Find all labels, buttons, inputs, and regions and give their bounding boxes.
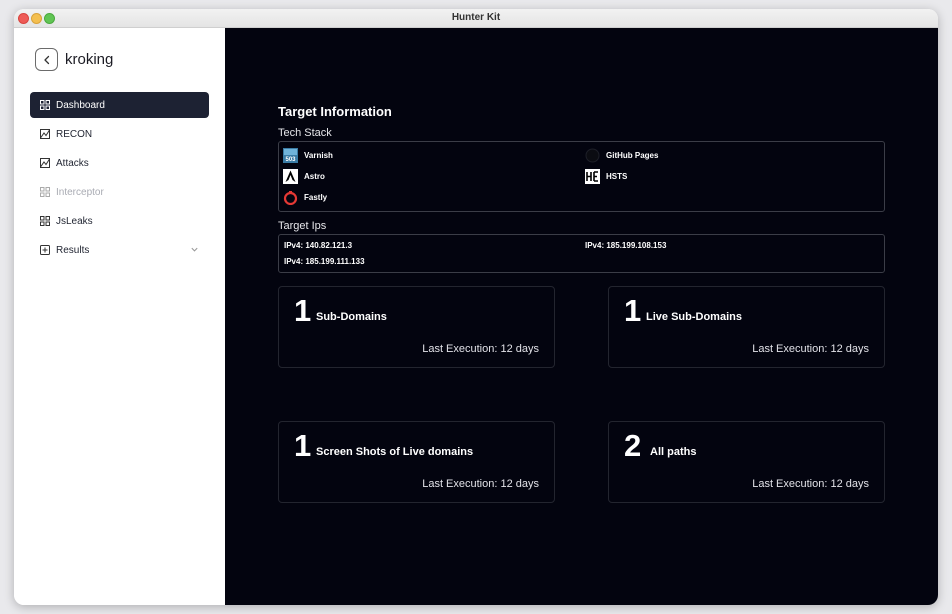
chevron-down-icon[interactable]: [190, 245, 199, 254]
fastly-logo-icon: [283, 190, 298, 205]
stat-card-sub-domains[interactable]: 1 Sub-Domains Last Execution: 12 days: [278, 286, 555, 368]
grid-icon: [40, 187, 50, 197]
tech-name: Fastly: [304, 193, 328, 202]
activity-icon: [40, 129, 50, 139]
ip-address: IPv4: 140.82.121.3: [284, 241, 353, 250]
stat-label: Live Sub-Domains: [646, 311, 742, 323]
sidebar-item-recon[interactable]: RECON: [30, 121, 209, 147]
sidebar-item-label: Dashboard: [56, 99, 105, 111]
sidebar-item-jsleaks[interactable]: JsLeaks: [30, 208, 209, 234]
chevron-left-icon: [43, 55, 49, 64]
grid-icon: [40, 216, 50, 226]
tech-name: Varnish: [304, 151, 333, 160]
sidebar-item-dashboard[interactable]: Dashboard: [30, 92, 209, 118]
target-ips-box: IPv4: 140.82.121.3 IPv4: 185.199.108.153…: [278, 234, 885, 273]
window-title: Hunter Kit: [451, 12, 501, 23]
sidebar: kroking Dashboard RECON Attacks Intercep…: [14, 28, 225, 605]
tech-item-varnish: 503 Varnish: [283, 148, 333, 163]
tech-stack-box: 503 Varnish GitHub Pages Astro HSTS Fast…: [278, 141, 885, 212]
back-button[interactable]: [35, 48, 58, 71]
stat-card-live-sub-domains[interactable]: 1 Live Sub-Domains Last Execution: 12 da…: [608, 286, 885, 368]
stat-card-screenshots[interactable]: 1 Screen Shots of Live domains Last Exec…: [278, 421, 555, 503]
ip-address: IPv4: 185.199.108.153: [585, 241, 667, 250]
tech-name: GitHub Pages: [606, 151, 659, 160]
title-bar: Hunter Kit: [14, 9, 938, 28]
stat-count: 1: [624, 293, 642, 328]
sidebar-item-label: Attacks: [56, 157, 89, 169]
main-panel: Target Information Tech Stack 503 Varnis…: [225, 28, 938, 605]
tech-item-fastly: Fastly: [283, 190, 327, 205]
stat-label: Sub-Domains: [316, 311, 387, 323]
varnish-logo-icon: 503: [283, 148, 298, 163]
tech-item-astro: Astro: [283, 169, 325, 184]
sidebar-item-label: Results: [56, 244, 90, 256]
sidebar-item-label: JsLeaks: [56, 215, 93, 227]
sidebar-item-label: RECON: [56, 128, 93, 140]
activity-icon: [40, 158, 50, 168]
plus-square-icon: [40, 245, 50, 255]
project-name: kroking: [65, 51, 114, 68]
app-window: Hunter Kit kroking Dashboard RECON Attac…: [14, 9, 938, 605]
target-ips-heading: Target Ips: [278, 220, 327, 232]
stat-count: 1: [294, 428, 312, 463]
last-execution: Last Execution: 12 days: [422, 478, 539, 490]
sidebar-item-interceptor[interactable]: Interceptor: [30, 179, 209, 205]
stat-label: All paths: [650, 446, 697, 458]
github-logo-icon: [585, 148, 600, 163]
hsts-logo-icon: [585, 169, 600, 184]
svg-text:503: 503: [285, 157, 296, 163]
ip-address: IPv4: 185.199.111.133: [284, 257, 365, 266]
tech-stack-heading: Tech Stack: [278, 127, 332, 139]
stat-count: 2: [624, 428, 642, 463]
stat-count: 1: [294, 293, 312, 328]
tech-name: HSTS: [606, 172, 628, 181]
sidebar-item-label: Interceptor: [56, 186, 104, 198]
last-execution: Last Execution: 12 days: [752, 343, 869, 355]
last-execution: Last Execution: 12 days: [752, 478, 869, 490]
astro-logo-icon: [283, 169, 298, 184]
tech-item-github-pages: GitHub Pages: [585, 148, 658, 163]
stat-card-all-paths[interactable]: 2 All paths Last Execution: 12 days: [608, 421, 885, 503]
grid-icon: [40, 100, 50, 110]
last-execution: Last Execution: 12 days: [422, 343, 539, 355]
stat-label: Screen Shots of Live domains: [316, 446, 474, 458]
tech-name: Astro: [304, 172, 325, 181]
sidebar-item-attacks[interactable]: Attacks: [30, 150, 209, 176]
tech-item-hsts: HSTS: [585, 169, 627, 184]
sidebar-item-results[interactable]: Results: [30, 237, 209, 263]
page-title: Target Information: [278, 104, 392, 119]
